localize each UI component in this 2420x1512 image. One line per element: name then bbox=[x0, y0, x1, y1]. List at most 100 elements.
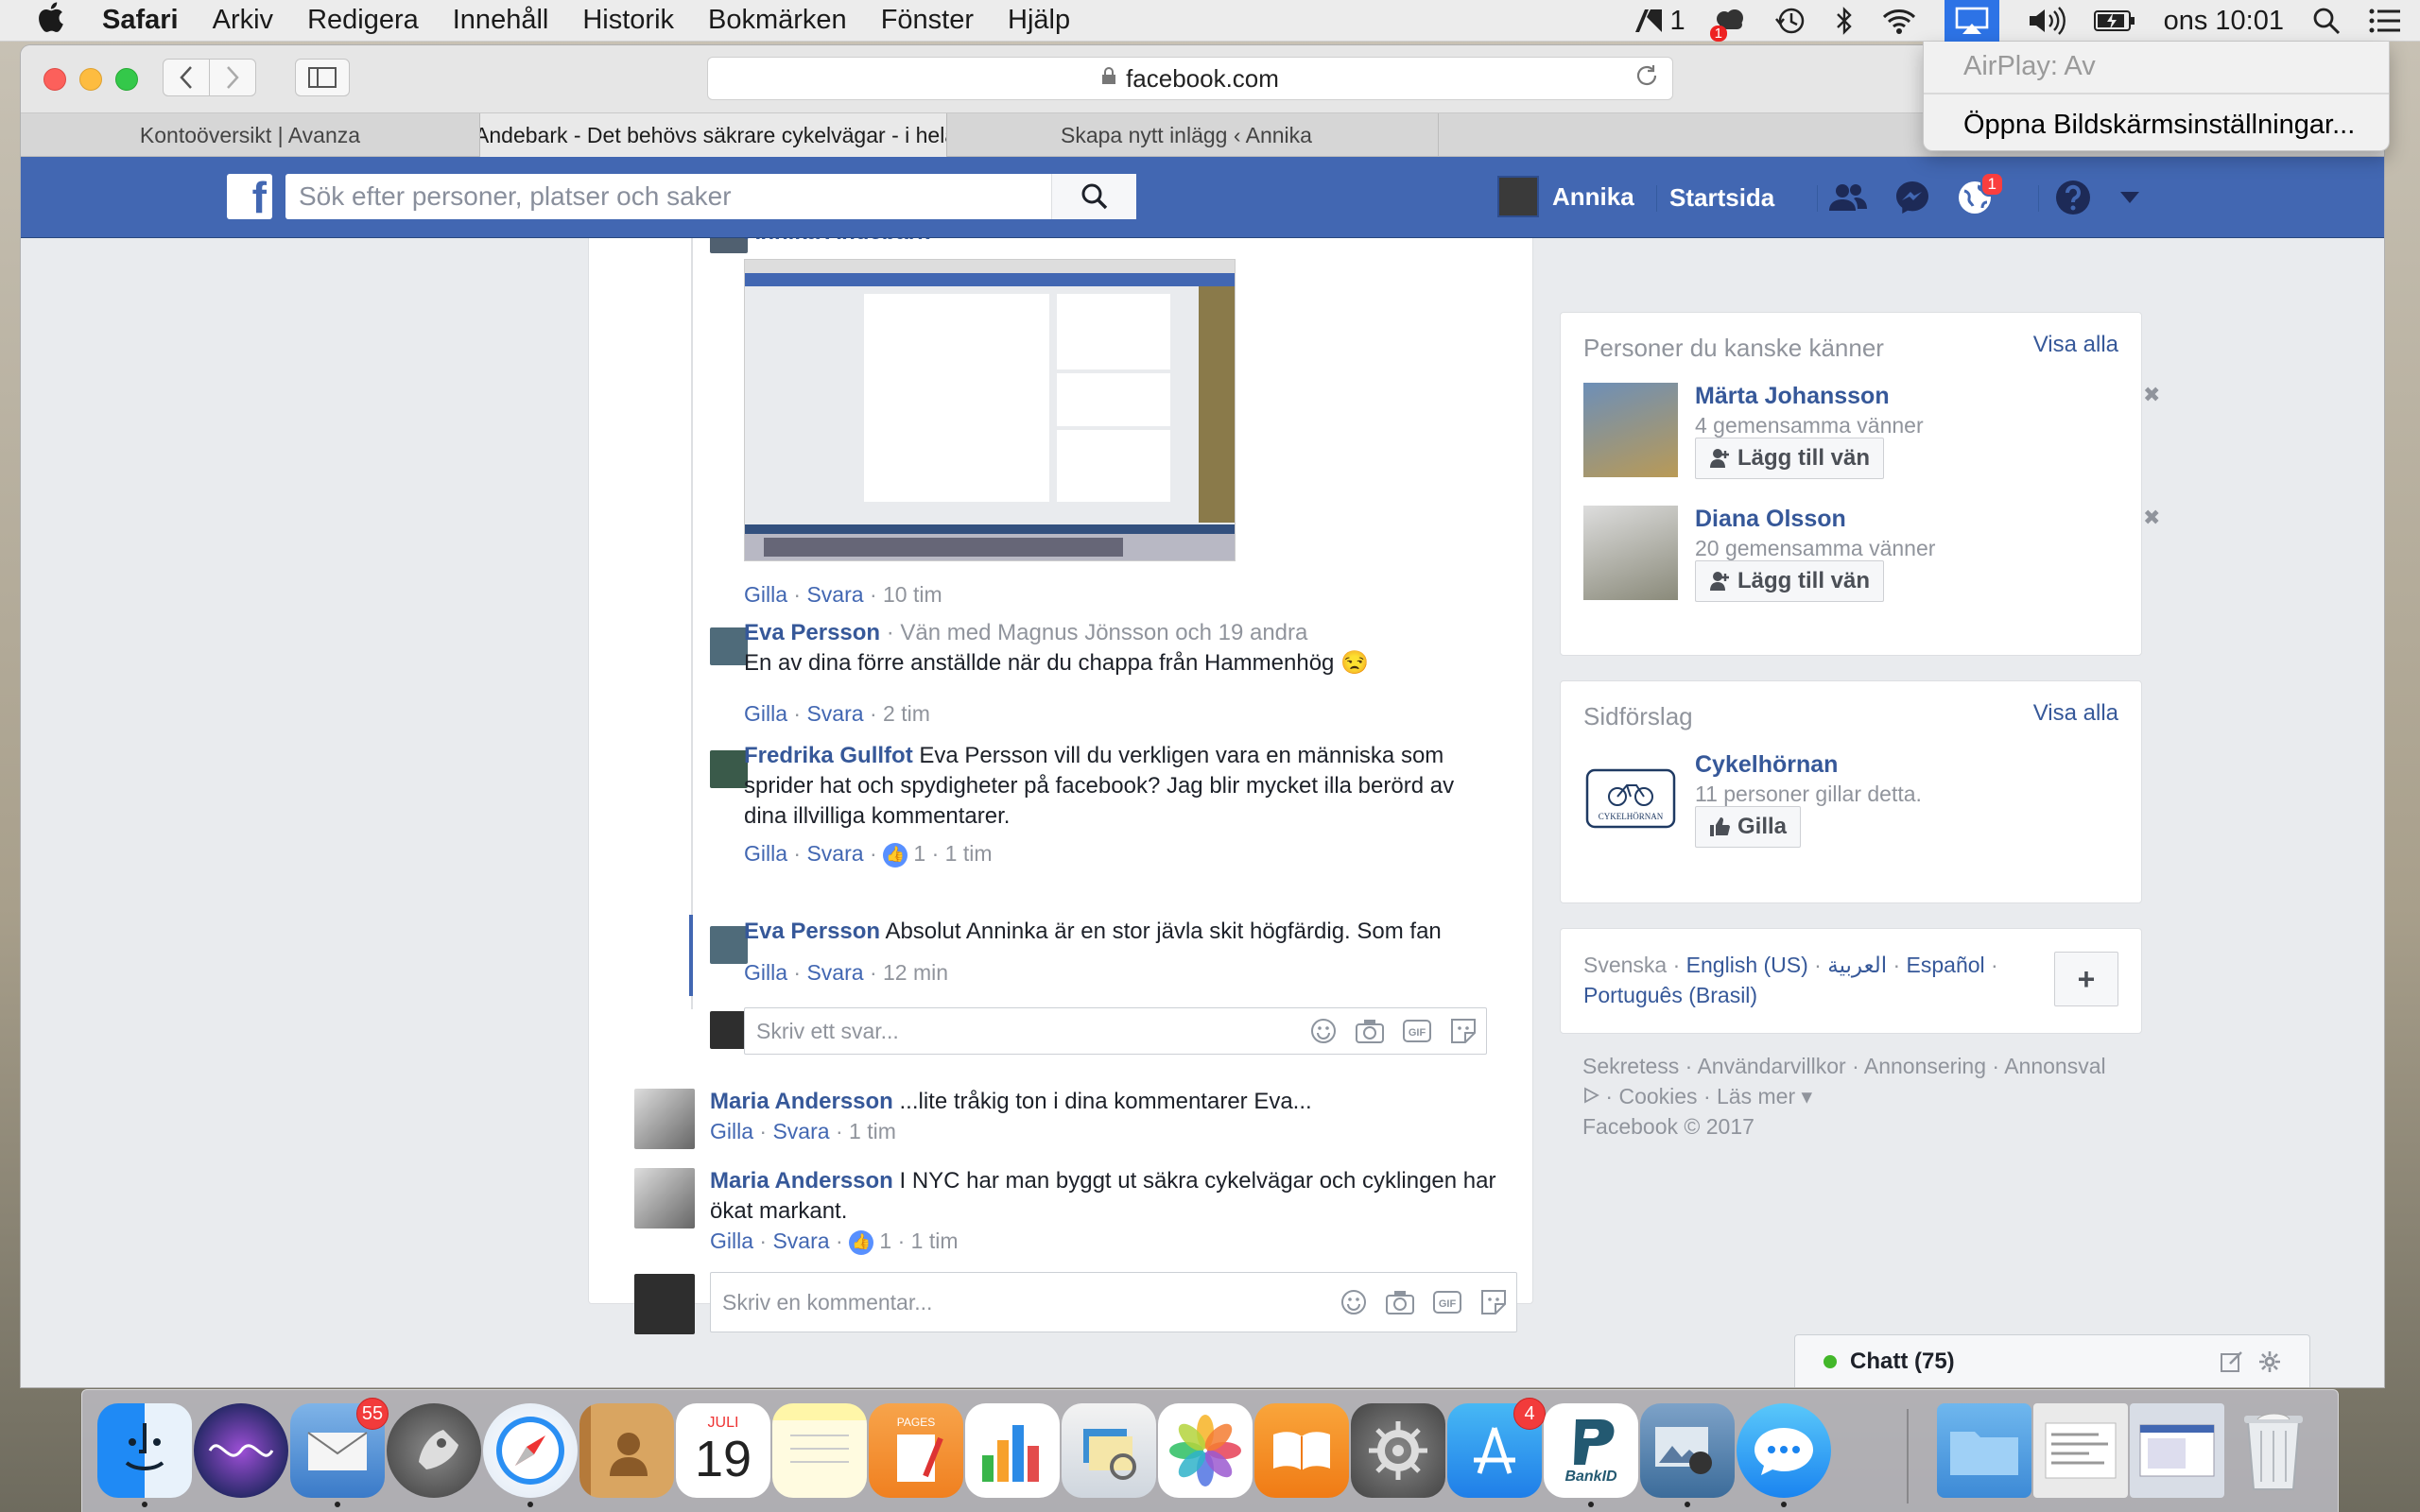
reply-input[interactable]: Skriv ett svar... GIF bbox=[744, 1007, 1487, 1055]
safari-app-icon[interactable] bbox=[483, 1403, 578, 1498]
footer-link[interactable]: Användarvillkor bbox=[1697, 1054, 1845, 1078]
comment-input[interactable]: Skriv en kommentar... GIF bbox=[710, 1272, 1517, 1332]
like-link[interactable]: Gilla bbox=[744, 701, 787, 726]
language-link[interactable]: العربية bbox=[1827, 953, 1887, 977]
menu-innehall[interactable]: Innehåll bbox=[453, 5, 549, 36]
reload-icon[interactable] bbox=[1634, 63, 1659, 95]
notes-icon[interactable] bbox=[772, 1403, 867, 1498]
dismiss-close-icon[interactable]: ✖ bbox=[2143, 383, 2160, 407]
menu-historik[interactable]: Historik bbox=[582, 5, 674, 36]
footer-link[interactable]: Annonsval bbox=[2004, 1054, 2105, 1078]
ibooks-icon[interactable] bbox=[1254, 1403, 1349, 1498]
comment-timestamp[interactable]: 10 tim bbox=[883, 582, 942, 607]
calendar-icon[interactable]: JULI 19 bbox=[676, 1403, 770, 1498]
comment-author-link[interactable]: Maria Andersson bbox=[710, 1168, 893, 1194]
reply-link[interactable]: Svara bbox=[806, 841, 863, 866]
screenshot-stack-icon[interactable] bbox=[2130, 1403, 2224, 1498]
time-machine-icon[interactable] bbox=[1774, 6, 1806, 36]
like-link[interactable]: Gilla bbox=[744, 841, 787, 866]
reply-link[interactable]: Svara bbox=[772, 1119, 829, 1143]
minimize-window-button[interactable] bbox=[79, 68, 102, 91]
footer-link[interactable]: Cookies bbox=[1618, 1084, 1697, 1108]
language-link[interactable]: Español bbox=[1907, 953, 1985, 977]
camera-icon[interactable] bbox=[1356, 1019, 1384, 1043]
system-preferences-icon[interactable] bbox=[1351, 1403, 1445, 1498]
wifi-icon[interactable] bbox=[1882, 8, 1916, 34]
numbers-icon[interactable] bbox=[965, 1403, 1060, 1498]
friend-requests-icon[interactable] bbox=[1828, 178, 1868, 217]
cykelhornan-logo[interactable]: CYKELHÖRNAN bbox=[1583, 751, 1678, 846]
like-reaction-icon[interactable]: 👍 bbox=[849, 1229, 874, 1255]
comment-author-link[interactable]: Maria Andersson bbox=[710, 1089, 893, 1114]
facebook-search-input[interactable]: Sök efter personer, platser och saker bbox=[285, 174, 1136, 219]
emoji-icon[interactable] bbox=[1340, 1289, 1367, 1315]
emoji-icon[interactable] bbox=[1310, 1018, 1337, 1044]
tab-facebook[interactable]: (1) Annika Andebark - Det behövs säkrare… bbox=[480, 113, 947, 157]
avatar[interactable] bbox=[710, 627, 748, 665]
downloads-folder-icon[interactable] bbox=[1937, 1403, 2031, 1498]
add-friend-button[interactable]: Lägg till vän bbox=[1695, 560, 1885, 602]
spotlight-search-icon[interactable] bbox=[2312, 7, 2341, 35]
mutual-friends-count[interactable]: 20 gemensamma vänner bbox=[1695, 536, 1935, 561]
mutual-friends-count[interactable]: 4 gemensamma vänner bbox=[1695, 413, 1924, 438]
airplay-icon[interactable] bbox=[1944, 0, 1999, 42]
messenger-icon[interactable] bbox=[1893, 178, 1932, 217]
add-friend-button[interactable]: Lägg till vän bbox=[1695, 438, 1885, 479]
back-button[interactable] bbox=[163, 59, 210, 96]
sticker-icon[interactable] bbox=[1480, 1289, 1507, 1315]
creative-cloud-status-item[interactable]: 1 bbox=[1709, 7, 1746, 42]
gif-icon[interactable]: GIF bbox=[1403, 1020, 1431, 1042]
search-button[interactable] bbox=[1051, 174, 1136, 219]
account-menu-chevron-down-icon[interactable] bbox=[2110, 178, 2150, 217]
like-link[interactable]: Gilla bbox=[744, 582, 787, 607]
like-link[interactable]: Gilla bbox=[744, 960, 787, 985]
messages-icon[interactable] bbox=[1737, 1403, 1831, 1498]
mail-icon[interactable]: 55 bbox=[290, 1398, 389, 1498]
home-link[interactable]: Startsida bbox=[1669, 183, 1774, 213]
reply-link[interactable]: Svara bbox=[806, 582, 863, 607]
avatar[interactable] bbox=[1583, 506, 1678, 600]
comment-timestamp[interactable]: 1 tim bbox=[945, 841, 993, 866]
notifications-globe-icon[interactable]: 1 bbox=[1955, 172, 2004, 217]
forward-button[interactable] bbox=[209, 59, 256, 96]
menu-bokmarken[interactable]: Bokmärken bbox=[708, 5, 847, 36]
comment-timestamp[interactable]: 12 min bbox=[883, 960, 948, 985]
help-icon[interactable] bbox=[2053, 178, 2093, 217]
show-sidebar-button[interactable] bbox=[295, 59, 350, 96]
reply-link[interactable]: Svara bbox=[772, 1228, 829, 1253]
volume-icon[interactable] bbox=[2028, 7, 2066, 35]
comment-author-link[interactable]: Fredrika Gullfot bbox=[744, 743, 913, 768]
facebook-logo[interactable]: f bbox=[227, 174, 272, 219]
comment-author-link[interactable]: Eva Persson bbox=[744, 620, 880, 645]
new-message-icon[interactable] bbox=[2221, 1350, 2243, 1380]
comment-author-cropped[interactable]: Annika Andebark bbox=[744, 238, 930, 248]
like-page-button[interactable]: Gilla bbox=[1695, 806, 1802, 848]
footer-link[interactable]: Läs mer bbox=[1717, 1084, 1795, 1108]
bluetooth-icon[interactable] bbox=[1835, 6, 1854, 36]
language-link[interactable]: Português (Brasil) bbox=[1583, 983, 1757, 1007]
profile-link[interactable]: Annika bbox=[1497, 176, 1634, 217]
footer-link[interactable]: Annonsering bbox=[1864, 1054, 1986, 1078]
notification-center-icon[interactable] bbox=[2369, 9, 2401, 33]
more-languages-button[interactable]: + bbox=[2054, 952, 2118, 1006]
see-all-link[interactable]: Visa alla bbox=[2033, 332, 2118, 358]
reaction-count[interactable]: 1 bbox=[913, 841, 925, 866]
chat-settings-gear-icon[interactable] bbox=[2258, 1350, 2281, 1380]
open-display-settings-item[interactable]: Öppna Bildskärmsinställningar... bbox=[1924, 100, 2389, 149]
reply-link[interactable]: Svara bbox=[806, 960, 863, 985]
person-name-link[interactable]: Diana Olsson bbox=[1695, 506, 1846, 533]
app-store-icon[interactable]: 4 bbox=[1447, 1398, 1546, 1498]
close-window-button[interactable] bbox=[43, 68, 66, 91]
trash-icon[interactable] bbox=[2226, 1403, 2321, 1498]
sticker-icon[interactable] bbox=[1450, 1018, 1477, 1044]
menu-fonster[interactable]: Fönster bbox=[881, 5, 974, 36]
avatar[interactable] bbox=[1583, 383, 1678, 477]
reaction-count[interactable]: 1 bbox=[879, 1228, 891, 1253]
like-reaction-icon[interactable]: 👍 bbox=[883, 842, 908, 868]
menu-arkiv[interactable]: Arkiv bbox=[213, 5, 273, 36]
reply-link[interactable]: Svara bbox=[806, 701, 863, 726]
tab-avanza[interactable]: Kontoöversikt | Avanza bbox=[21, 113, 480, 157]
bankid-icon[interactable]: BankID bbox=[1544, 1403, 1638, 1498]
menu-hjalp[interactable]: Hjälp bbox=[1008, 5, 1070, 36]
comment-author-link[interactable]: Eva Persson bbox=[744, 919, 880, 944]
